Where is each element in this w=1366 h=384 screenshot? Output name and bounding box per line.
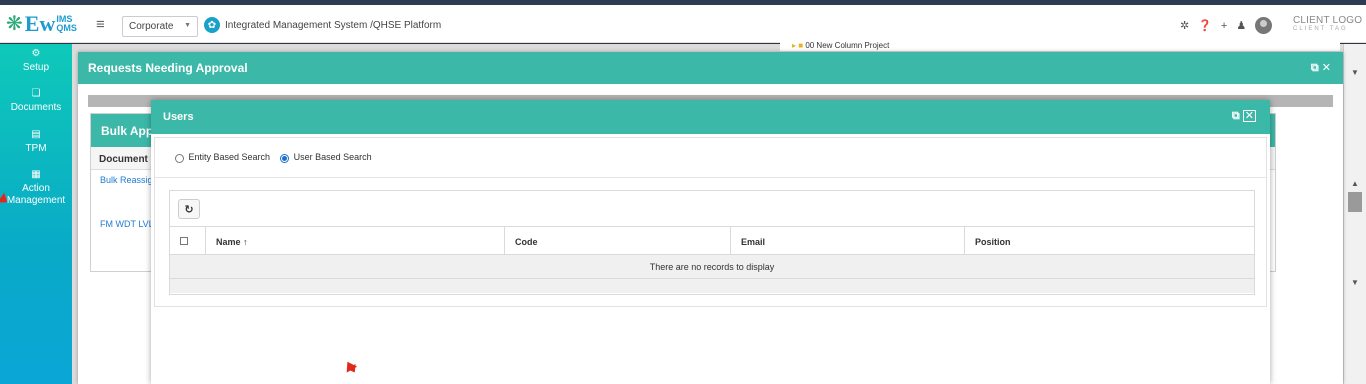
action-icon: ▦ (31, 169, 41, 180)
sidebar-item-action-management[interactable]: ▦ Action Management (0, 169, 72, 207)
background-scrollbar[interactable]: ▼ ▲ ▼ (1343, 44, 1366, 384)
select-all-cell (170, 227, 206, 254)
client-logo-tagline: CLIENT TAG (1293, 26, 1348, 32)
modal-controls: ⧉ ✕ (1311, 61, 1331, 75)
users-modal-header: Users ⧉ ✕ (151, 100, 1270, 134)
background-tree-node: ▸ ■ 00 New Column Project (780, 41, 1340, 51)
tpm-icon: ▤ (31, 129, 41, 140)
logo-qms-text: QMS (56, 23, 77, 33)
radio-label: Entity Based Search (188, 152, 271, 163)
sidebar-item-label: Setup (22, 62, 50, 73)
flower-logo-icon: ❋ (6, 13, 23, 35)
modal-controls: ⧉ ✕ (1232, 110, 1256, 123)
scroll-down-icon[interactable]: ▼ (1351, 278, 1359, 287)
close-icon[interactable]: ✕ (1322, 62, 1331, 74)
column-header-email[interactable]: Email (731, 227, 965, 254)
column-label: Code (515, 237, 538, 247)
radio-off-icon (175, 153, 184, 163)
column-label: Position (975, 237, 1011, 247)
sidebar-item-label: Documents (10, 102, 62, 113)
chevron-down-icon: ▼ (184, 22, 191, 29)
organization-select-value: Corporate (129, 21, 174, 32)
refresh-icon: ↻ (184, 203, 194, 216)
requests-modal-title: Requests Needing Approval (88, 61, 248, 75)
user-search-radio[interactable]: User Based Search (280, 152, 372, 163)
app-header: ❋ Ew IMS QMS ≡ Corporate ▼ ✿ Integrated … (0, 5, 1366, 43)
empty-message: There are no records to display (170, 255, 1254, 279)
column-header-name[interactable]: Name ↑ (206, 227, 505, 254)
help-icon[interactable]: ❓ (1198, 19, 1212, 32)
hamburger-menu-icon[interactable]: ≡ (96, 16, 105, 33)
plus-icon[interactable]: + (1221, 20, 1227, 32)
column-label: Name (216, 237, 241, 247)
settings-icon[interactable]: ✲ (1180, 19, 1189, 32)
radio-on-icon (280, 153, 290, 163)
platform-title-text: Integrated Management System /QHSE Platf… (225, 19, 442, 31)
sidebar-item-label: TPM (25, 143, 47, 154)
requests-modal-header: Requests Needing Approval ⧉ ✕ (78, 52, 1343, 84)
sidebar: ⚙ Setup ❏ Documents ▤ TPM ▦ Action Manag… (0, 44, 72, 384)
platform-title: ✿ Integrated Management System /QHSE Pla… (204, 17, 441, 33)
column-label: Email (741, 237, 766, 247)
logo-ims-qms: IMS QMS (56, 15, 77, 33)
users-modal-body: Entity Based Search User Based Search ↻ … (154, 137, 1267, 307)
entity-search-radio[interactable]: Entity Based Search (175, 152, 271, 163)
client-logo: CLIENT LOGO CLIENT TAG (1293, 16, 1362, 33)
users-modal: Users ⧉ ✕ Entity Based Search User Based… (151, 100, 1270, 384)
grid-header-row: Name ↑ Code Email Position (170, 227, 1254, 255)
close-icon[interactable]: ✕ (1242, 110, 1256, 122)
popout-icon[interactable]: ⧉ (1232, 110, 1240, 122)
grid-toolbar: ↻ (170, 191, 1254, 227)
user-avatar[interactable] (1255, 17, 1273, 34)
app-logo[interactable]: ❋ Ew IMS QMS (6, 11, 77, 36)
search-type-options: Entity Based Search User Based Search (155, 138, 1266, 178)
column-header-position[interactable]: Position (965, 227, 1254, 254)
users-modal-title: Users (163, 111, 194, 123)
select-all-checkbox[interactable] (180, 237, 188, 245)
folder-icon: ▸ ■ (792, 41, 804, 50)
popout-icon[interactable]: ⧉ (1311, 62, 1319, 74)
sidebar-item-label: Action Management (6, 183, 66, 206)
grid-footer (170, 279, 1254, 293)
tree-node-label: 00 New Column Project (805, 41, 890, 50)
header-icons: ✲ ❓ + ♟ (1180, 17, 1273, 34)
logo-text: Ew (24, 11, 56, 36)
users-grid: ↻ Name ↑ Code Email Position There are n… (169, 190, 1255, 295)
radio-label: User Based Search (293, 152, 372, 163)
sidebar-item-tpm[interactable]: ▤ TPM (0, 129, 72, 155)
organization-select[interactable]: Corporate ▼ (122, 16, 198, 37)
sort-asc-icon: ↑ (243, 237, 248, 247)
refresh-button[interactable]: ↻ (178, 199, 200, 219)
documents-icon: ❏ (31, 88, 41, 99)
bell-icon[interactable]: ♟ (1236, 19, 1246, 32)
scroll-up-icon[interactable]: ▲ (1351, 179, 1359, 188)
column-header-code[interactable]: Code (505, 227, 731, 254)
sidebar-item-setup[interactable]: ⚙ Setup (0, 48, 72, 74)
setup-icon: ⚙ (31, 48, 41, 59)
scroll-down-icon[interactable]: ▼ (1351, 68, 1359, 77)
platform-gear-icon: ✿ (204, 17, 220, 33)
sidebar-item-documents[interactable]: ❏ Documents (0, 88, 72, 114)
scroll-thumb[interactable] (1348, 192, 1362, 212)
